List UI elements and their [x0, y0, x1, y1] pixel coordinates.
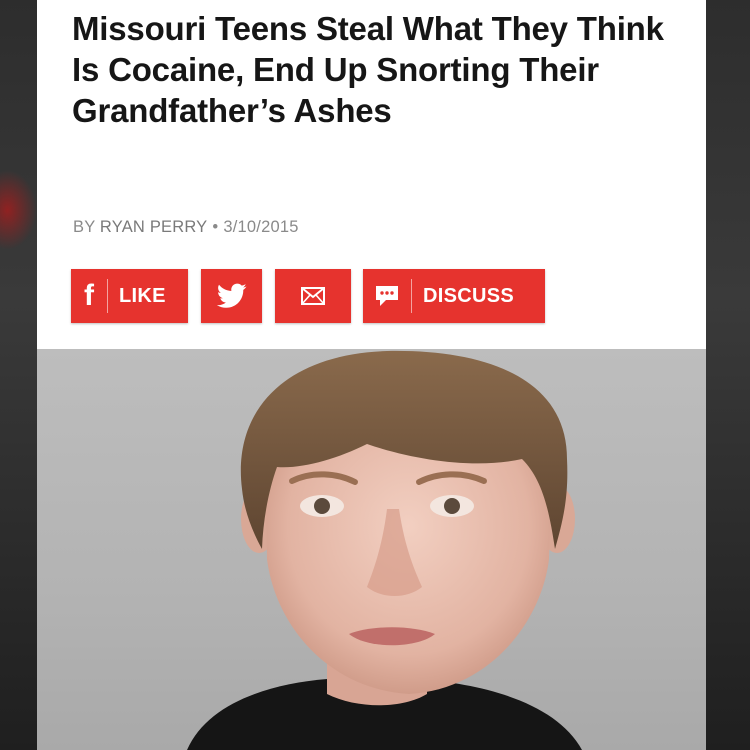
- article-headline: Missouri Teens Steal What They Think Is …: [72, 10, 664, 129]
- twitter-icon: [216, 283, 246, 308]
- byline-prefix: BY: [73, 218, 96, 236]
- discuss-button[interactable]: DISCUSS: [363, 269, 545, 323]
- byline-separator: •: [212, 218, 219, 236]
- mugshot-photo: [37, 349, 706, 750]
- article-byline: BY RYAN PERRY • 3/10/2015: [73, 218, 299, 237]
- comment-icon-wrapper: [363, 279, 412, 313]
- article-date: 3/10/2015: [223, 218, 299, 236]
- comment-icon: [376, 286, 398, 306]
- background-left: [0, 0, 37, 750]
- discuss-label: DISCUSS: [423, 284, 515, 307]
- email-share-button[interactable]: [275, 269, 351, 323]
- background-right: [706, 0, 750, 750]
- facebook-icon: f: [71, 279, 108, 313]
- twitter-share-button[interactable]: [201, 269, 262, 323]
- facebook-like-button[interactable]: f LIKE: [71, 269, 188, 323]
- mugshot-illustration: [187, 350, 582, 750]
- author-link[interactable]: RYAN PERRY: [100, 218, 207, 236]
- article-card: Missouri Teens Steal What They Think Is …: [37, 0, 706, 750]
- email-icon: [301, 287, 325, 305]
- like-label: LIKE: [119, 284, 166, 307]
